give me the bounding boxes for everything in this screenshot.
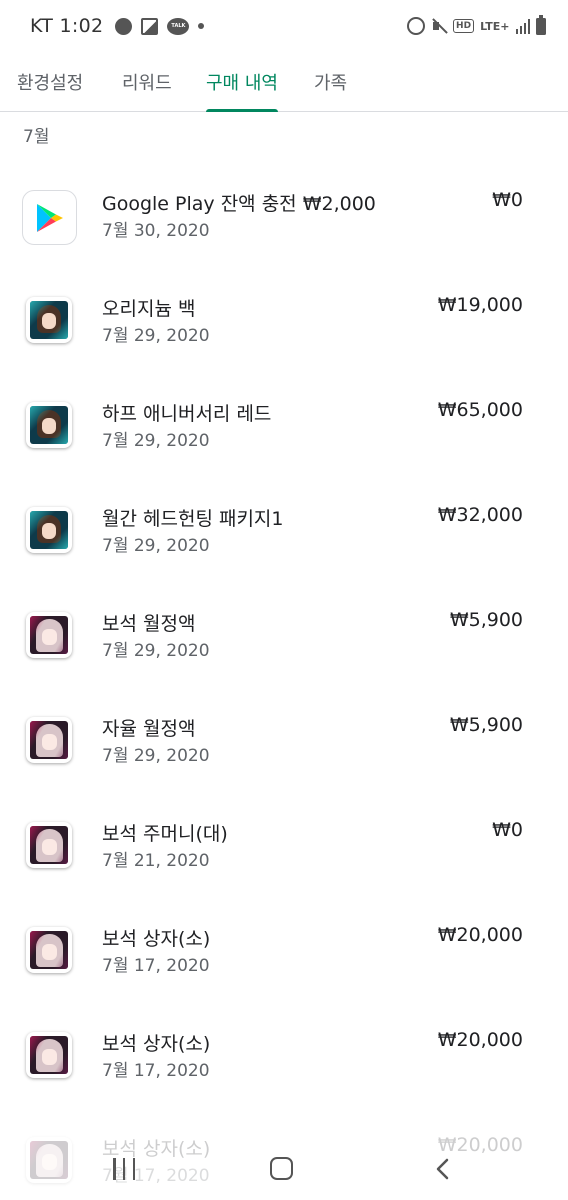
tab-rewards[interactable]: 리워드	[122, 52, 172, 112]
month-section-header: 7월	[23, 127, 50, 147]
back-icon[interactable]	[432, 1158, 454, 1180]
status-bar: KT 1:02 TALK HD LTE+	[0, 0, 568, 52]
kakaotalk-notification-icon: TALK	[167, 17, 190, 35]
purchase-price: ₩19,000	[437, 294, 523, 316]
purchase-title: 보석 상자(소)	[102, 1033, 211, 1055]
gallery-notification-icon	[141, 17, 159, 35]
tab-settings[interactable]: 환경설정	[17, 52, 83, 112]
messenger-notification-icon	[115, 17, 133, 35]
purchase-price: ₩32,000	[437, 504, 523, 526]
system-navigation-bar	[0, 1140, 568, 1200]
purchase-date: 7월 29, 2020	[102, 641, 210, 661]
purchase-date: 7월 17, 2020	[102, 1061, 210, 1081]
system-status-icons: HD LTE+	[407, 14, 546, 35]
list-item[interactable]: 자율 월정액 7월 29, 2020 ₩5,900	[0, 673, 568, 778]
home-icon[interactable]	[270, 1157, 293, 1180]
purchase-title: 오리지늄 백	[102, 298, 196, 320]
more-notifications-dot-icon	[198, 23, 205, 29]
battery-icon	[536, 14, 546, 35]
carrier-time: KT 1:02	[30, 15, 104, 37]
mute-icon	[431, 18, 447, 34]
arknights-app-icon	[26, 402, 72, 448]
lte-icon: LTE+	[480, 19, 510, 33]
recent-apps-icon[interactable]	[113, 1158, 135, 1180]
arknights-app-icon	[26, 507, 72, 553]
purchase-price: ₩0	[492, 819, 523, 841]
purchase-title: 하프 애니버서리 레드	[102, 403, 272, 425]
purchase-date: 7월 29, 2020	[102, 326, 210, 346]
list-item[interactable]: 보석 상자(소) 7월 17, 2020 ₩20,000	[0, 883, 568, 988]
list-item[interactable]: 보석 주머니(대) 7월 21, 2020 ₩0	[0, 778, 568, 883]
anime-game-app-icon	[26, 612, 72, 658]
purchase-date: 7월 21, 2020	[102, 851, 210, 871]
google-play-icon	[22, 190, 77, 245]
purchase-price: ₩20,000	[437, 1029, 523, 1051]
purchase-price: ₩5,900	[449, 714, 523, 736]
purchase-title: 자율 월정액	[102, 718, 196, 740]
arknights-app-icon	[26, 297, 72, 343]
list-item[interactable]: 보석 상자(소) 7월 17, 2020 ₩20,000	[0, 988, 568, 1093]
list-item[interactable]: 하프 애니버서리 레드 7월 29, 2020 ₩65,000	[0, 358, 568, 463]
purchase-price: ₩0	[492, 189, 523, 211]
active-tab-indicator	[206, 109, 278, 112]
purchase-price: ₩65,000	[437, 399, 523, 421]
account-tabs: 환경설정 리워드 구매 내역 가족	[0, 52, 568, 112]
anime-game-app-icon	[26, 822, 72, 868]
signal-icon	[515, 18, 530, 34]
purchase-date: 7월 17, 2020	[102, 956, 210, 976]
anime-game-app-icon	[26, 717, 72, 763]
list-item[interactable]: Google Play 잔액 충전 ₩2,000 7월 30, 2020 ₩0	[0, 148, 568, 253]
purchase-title: 보석 월정액	[102, 613, 196, 635]
alarm-icon	[407, 17, 426, 35]
purchase-date: 7월 29, 2020	[102, 746, 210, 766]
notification-icons: TALK	[115, 17, 205, 35]
list-item[interactable]: 월간 헤드헌팅 패키지1 7월 29, 2020 ₩32,000	[0, 463, 568, 568]
purchase-title: Google Play 잔액 충전 ₩2,000	[102, 193, 376, 215]
list-item[interactable]: 오리지늄 백 7월 29, 2020 ₩19,000	[0, 253, 568, 358]
anime-game-app-icon	[26, 927, 72, 973]
hd-voice-icon: HD	[453, 19, 475, 33]
purchase-date: 7월 29, 2020	[102, 431, 210, 451]
list-item[interactable]: 보석 월정액 7월 29, 2020 ₩5,900	[0, 568, 568, 673]
purchase-date: 7월 29, 2020	[102, 536, 210, 556]
purchase-price: ₩20,000	[437, 924, 523, 946]
purchase-title: 월간 헤드헌팅 패키지1	[102, 508, 284, 530]
tab-purchase-history[interactable]: 구매 내역	[206, 52, 278, 112]
purchase-title: 보석 주머니(대)	[102, 823, 228, 845]
purchase-date: 7월 30, 2020	[102, 221, 210, 241]
anime-game-app-icon	[26, 1032, 72, 1078]
purchase-price: ₩5,900	[449, 609, 523, 631]
tab-family[interactable]: 가족	[314, 52, 347, 112]
purchase-title: 보석 상자(소)	[102, 928, 211, 950]
